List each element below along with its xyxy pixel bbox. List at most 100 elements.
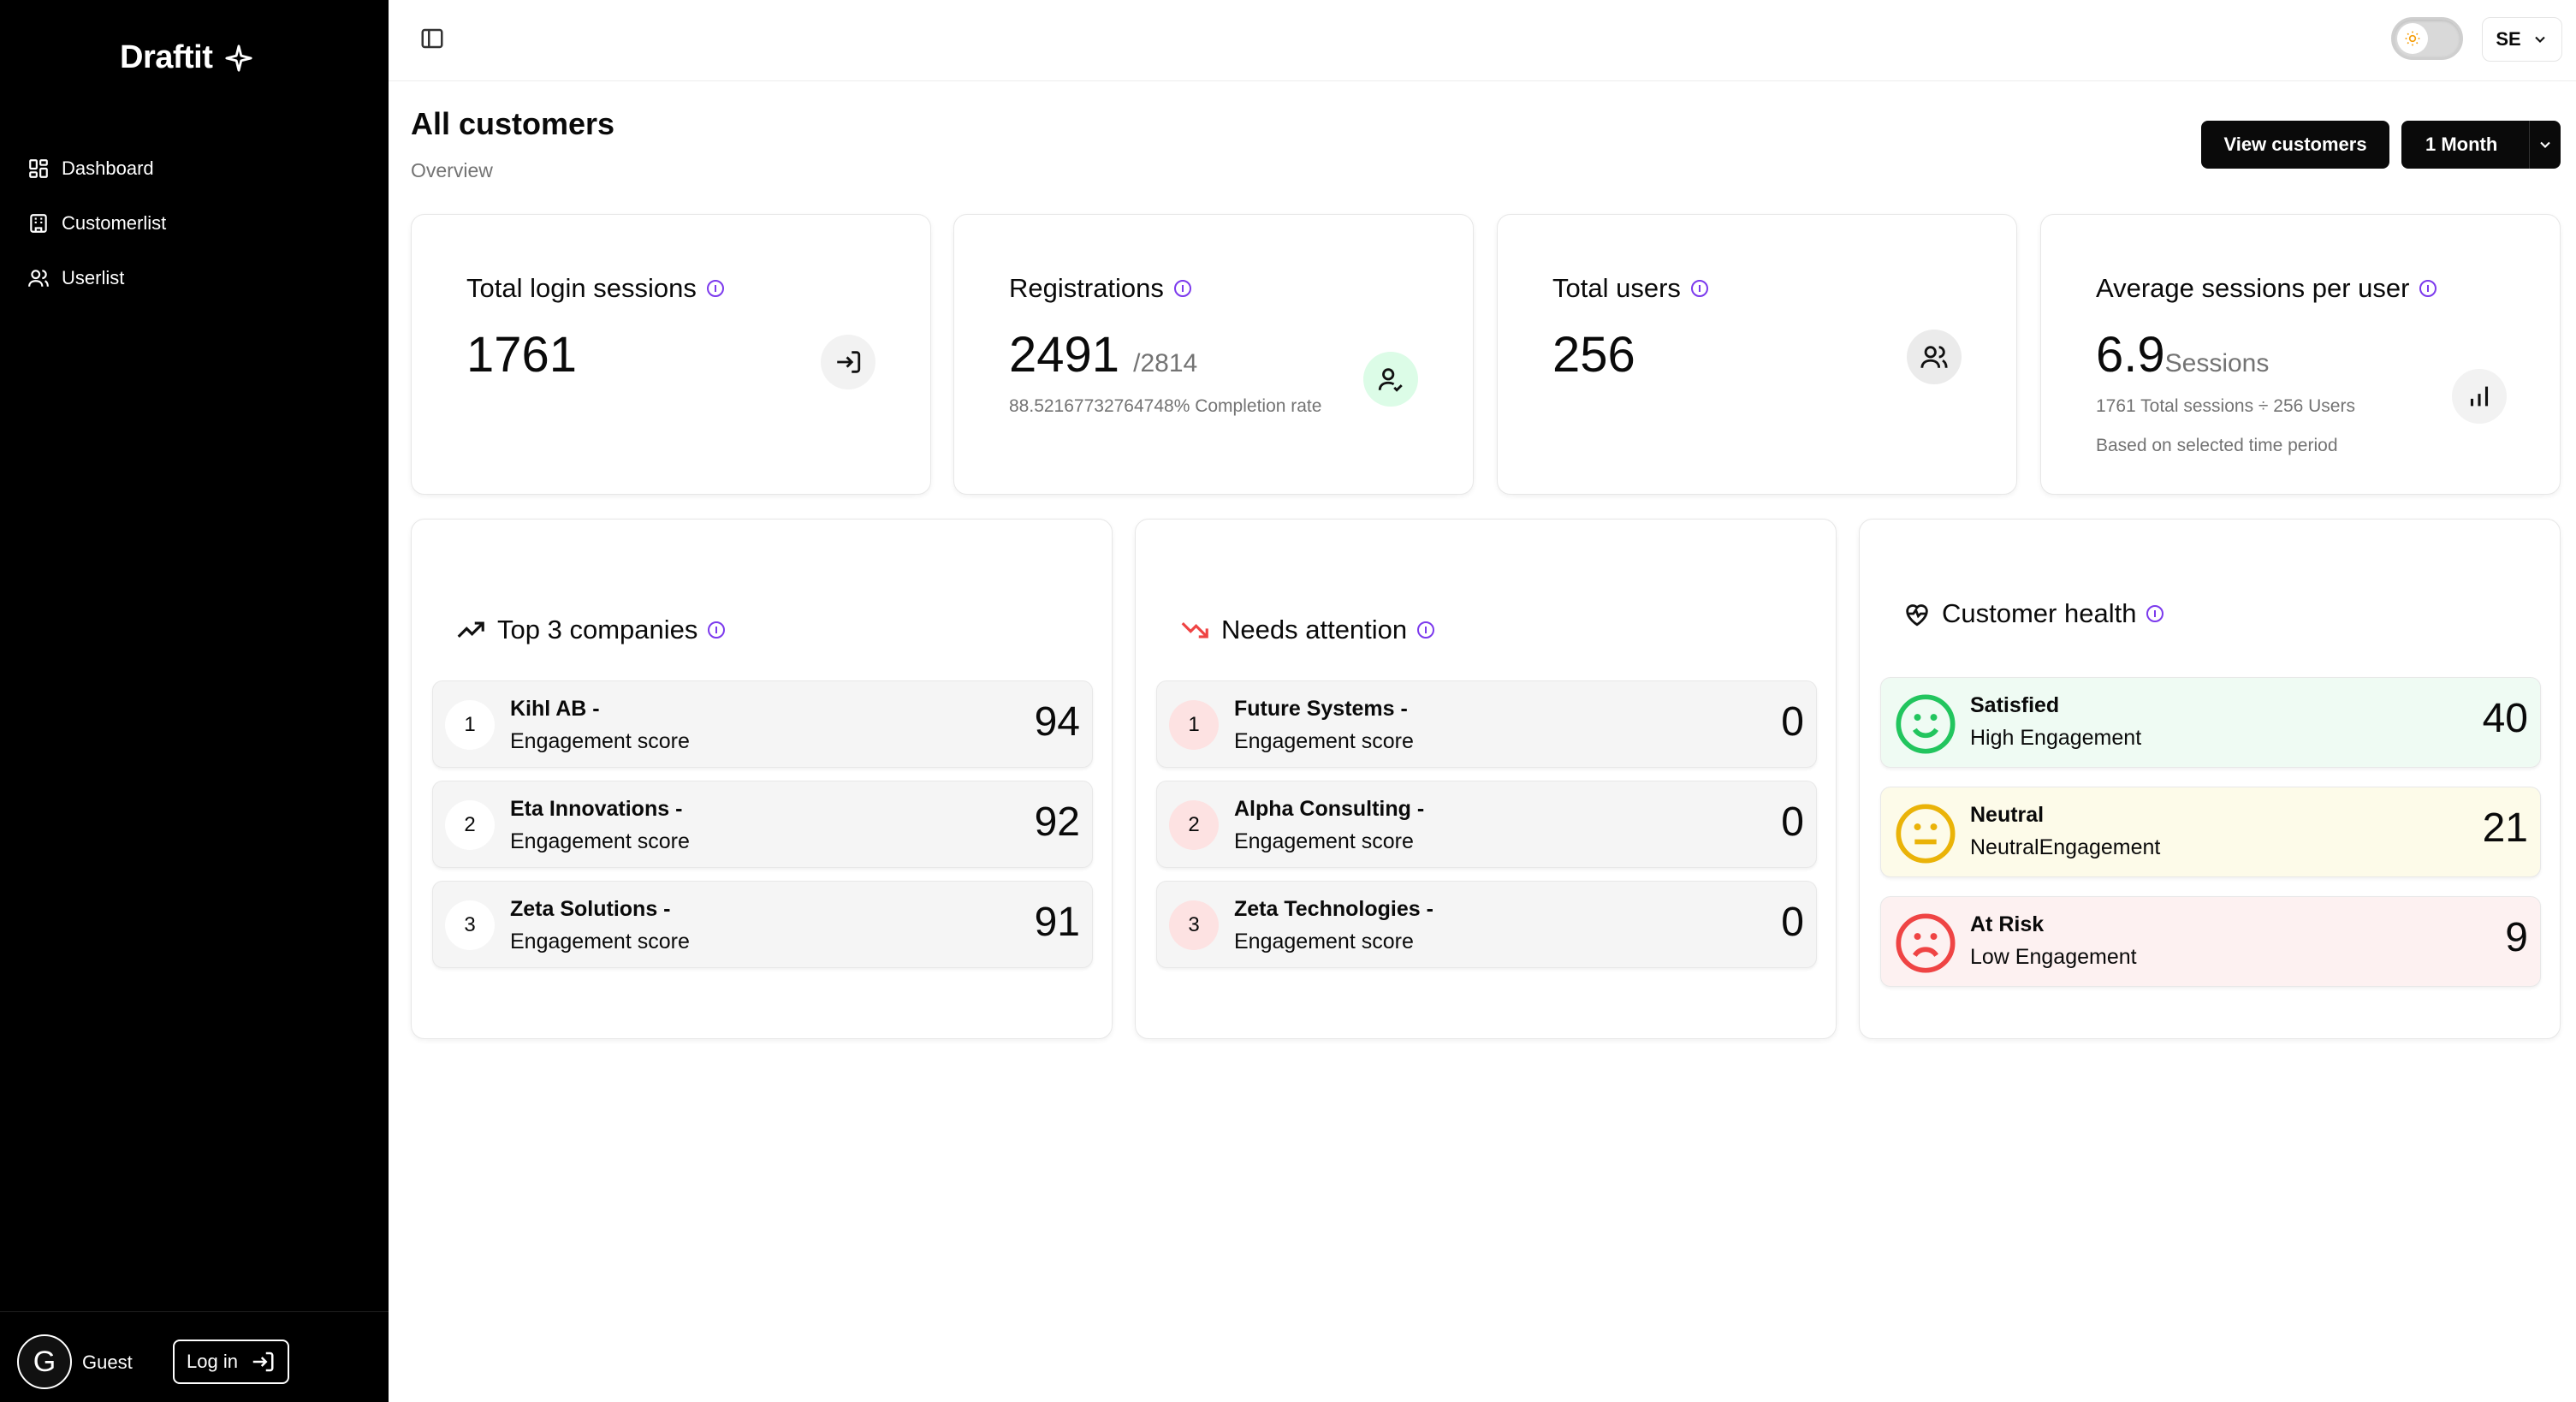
dashboard-icon: [29, 159, 48, 178]
view-customers-button[interactable]: View customers: [2201, 121, 2389, 169]
info-icon[interactable]: [1417, 621, 1435, 639]
card-title-text: Customer health: [1942, 598, 2137, 628]
stat-title-text: Total login sessions: [466, 273, 697, 303]
period-select[interactable]: 1 Month: [2401, 121, 2561, 169]
sessions-formula: 1761 Total sessions ÷ 256 Users: [2096, 396, 2355, 416]
rank-badge: 2: [445, 800, 495, 850]
stat-value-unit: Sessions: [2164, 349, 2270, 377]
health-label: Satisfied: [1970, 693, 2060, 717]
heart-pulse-icon: [1906, 604, 1928, 627]
engagement-score: 0: [1781, 699, 1804, 745]
health-count: 9: [2505, 915, 2528, 960]
list-item[interactable]: 3 Zeta Technologies - Engagement score 0: [1156, 881, 1817, 968]
score-label: Engagement score: [1234, 729, 1414, 753]
engagement-score: 94: [1034, 699, 1080, 745]
stat-value: 2491 /2814: [1009, 326, 1197, 383]
sidebar-item-userlist[interactable]: Userlist: [27, 251, 361, 306]
stat-title: Registrations: [1009, 273, 1191, 304]
stat-card-login-sessions: Total login sessions 1761: [411, 214, 931, 495]
health-row-at-risk[interactable]: At Risk Low Engagement 9: [1880, 896, 2541, 987]
list-item[interactable]: 2 Eta Innovations - Engagement score 92: [432, 781, 1093, 868]
score-label: Engagement score: [510, 930, 690, 953]
info-icon[interactable]: [2419, 280, 2437, 297]
sun-icon: [2397, 23, 2428, 54]
theme-toggle[interactable]: [2391, 17, 2463, 60]
top-companies-card: Top 3 companies 1 Kihl AB - Engagement s…: [411, 519, 1113, 1039]
users-icon: [28, 270, 49, 287]
login-label: Log in: [187, 1351, 238, 1372]
list-item[interactable]: 2 Alpha Consulting - Engagement score 0: [1156, 781, 1817, 868]
stat-value: 1761: [466, 327, 578, 383]
sidebar-item-label: Userlist: [62, 267, 125, 288]
rank-badge: 1: [1169, 700, 1219, 750]
health-label: At Risk: [1970, 912, 2045, 936]
neutral-face-icon: [1896, 804, 1956, 864]
engagement-score: 92: [1034, 799, 1080, 845]
info-icon[interactable]: [706, 280, 724, 297]
list-item[interactable]: 3 Zeta Solutions - Engagement score 91: [432, 881, 1093, 968]
health-row-neutral[interactable]: Neutral NeutralEngagement 21: [1880, 787, 2541, 877]
health-count: 21: [2482, 805, 2528, 851]
health-count: 40: [2482, 696, 2528, 741]
health-sub: NeutralEngagement: [1970, 835, 2161, 859]
company-name: Alpha Consulting -: [1234, 797, 1425, 821]
stat-title-text: Total users: [1552, 273, 1681, 303]
language-select[interactable]: SE: [2482, 17, 2562, 62]
completion-rate: 88.52167732764748% Completion rate: [1009, 396, 1322, 416]
info-icon[interactable]: [1173, 280, 1191, 297]
building-icon: [30, 214, 47, 233]
stat-value-total: /2814: [1133, 349, 1198, 377]
rank-badge: 3: [1169, 900, 1219, 950]
stat-value-number: 2491: [1009, 327, 1120, 383]
stat-title-text: Registrations: [1009, 273, 1164, 303]
info-icon[interactable]: [2146, 605, 2164, 622]
chevron-down-icon: [2534, 36, 2545, 43]
smile-icon: [1896, 694, 1956, 754]
stat-title: Total users: [1552, 273, 1708, 304]
page-subtitle: Overview: [411, 159, 493, 181]
brand-name: Draftit: [120, 39, 213, 75]
rank-badge: 1: [445, 700, 495, 750]
stat-card-avg-sessions: Average sessions per user 6.9Sessions 17…: [2040, 214, 2561, 495]
sidebar-toggle-icon[interactable]: [419, 26, 445, 51]
login-icon: [252, 1352, 274, 1372]
company-name: Zeta Solutions -: [510, 897, 671, 921]
users-icon: [1907, 330, 1962, 384]
brand-logo[interactable]: Draftit: [120, 39, 253, 76]
needs-attention-card: Needs attention 1 Future Systems - Engag…: [1135, 519, 1837, 1039]
rank-badge: 2: [1169, 800, 1219, 850]
card-title: Top 3 companies: [454, 614, 726, 646]
info-icon[interactable]: [708, 621, 726, 639]
info-icon[interactable]: [1690, 280, 1708, 297]
engagement-score: 0: [1781, 900, 1804, 945]
health-row-satisfied[interactable]: Satisfied High Engagement 40: [1880, 677, 2541, 768]
stat-value: 256: [1552, 327, 1635, 383]
card-title: Customer health: [1902, 598, 2164, 629]
stat-card-total-users: Total users 256: [1497, 214, 2017, 495]
company-name: Zeta Technologies -: [1234, 897, 1433, 921]
company-name: Kihl AB -: [510, 697, 600, 721]
engagement-score: 0: [1781, 799, 1804, 845]
avatar[interactable]: G: [17, 1334, 72, 1389]
user-check-icon: [1363, 352, 1418, 407]
card-title-text: Needs attention: [1221, 615, 1408, 645]
score-label: Engagement score: [1234, 930, 1414, 953]
list-item[interactable]: 1 Future Systems - Engagement score 0: [1156, 680, 1817, 768]
list-item[interactable]: 1 Kihl AB - Engagement score 94: [432, 680, 1093, 768]
trending-down-icon: [1181, 621, 1208, 639]
engagement-score: 91: [1034, 900, 1080, 945]
page-title: All customers: [411, 106, 615, 141]
user-name: Guest: [82, 1352, 133, 1373]
stat-title-text: Average sessions per user: [2096, 273, 2410, 303]
period-value: 1 Month: [2425, 134, 2498, 155]
login-button[interactable]: Log in: [173, 1340, 289, 1384]
period-divider: [2529, 121, 2530, 169]
sidebar-item-dashboard[interactable]: Dashboard: [27, 141, 361, 196]
rank-badge: 3: [445, 900, 495, 950]
chevron-down-icon: [2540, 141, 2550, 148]
sidebar-footer: G Guest Log in: [0, 1311, 389, 1402]
stat-value-number: 6.9: [2096, 327, 2165, 383]
sidebar-item-label: Dashboard: [62, 157, 154, 179]
login-icon: [821, 335, 875, 389]
sidebar-item-customerlist[interactable]: Customerlist: [27, 196, 361, 251]
